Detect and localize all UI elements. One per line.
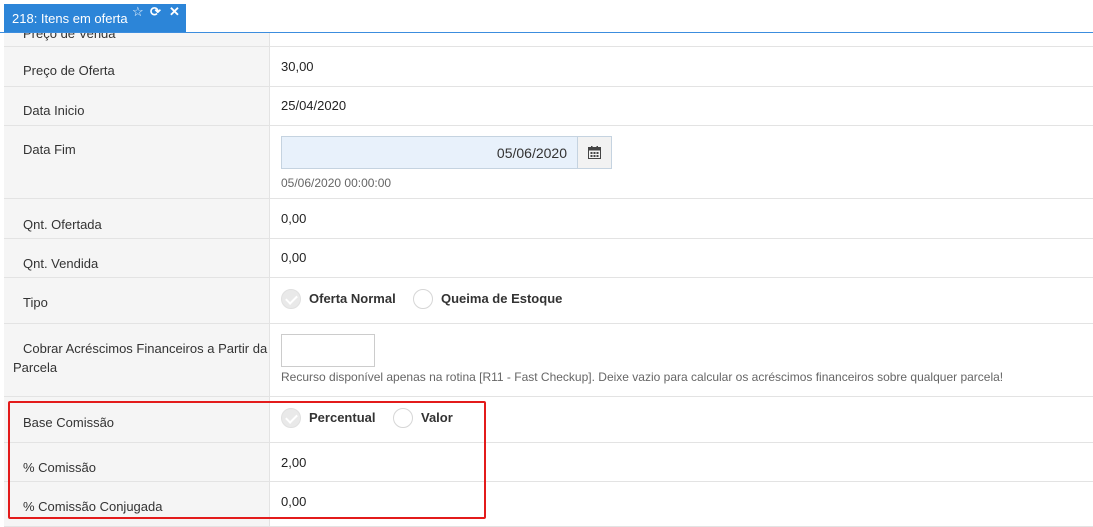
close-icon[interactable]: ✕ (169, 5, 180, 19)
row-qnt-ofertada: Qnt. Ofertada 0,00 (4, 199, 1093, 239)
label-data-fim: Data Fim (23, 142, 76, 157)
row-preco-venda: Preço de Venda (4, 33, 1093, 47)
label-valor[interactable]: Valor (421, 410, 453, 425)
row-comissao-conjugada: % Comissão Conjugada 0,00 (4, 482, 1093, 527)
value-preco-oferta: 30,00 (281, 59, 314, 74)
acrescimos-input[interactable] (281, 334, 375, 367)
label-comissao: % Comissão (23, 460, 96, 475)
label-qnt-ofertada: Qnt. Ofertada (23, 217, 102, 232)
acrescimos-hint: Recurso disponível apenas na rotina [R11… (281, 370, 1004, 384)
star-icon[interactable]: ☆ (132, 5, 144, 19)
row-acrescimos: Cobrar Acréscimos Financeiros a Partir d… (4, 324, 1093, 397)
calendar-button[interactable] (578, 136, 612, 169)
tab-title: 218: Itens em oferta (12, 11, 128, 26)
tab-bar: 218: Itens em oferta ☆ ⟳ ✕ (0, 0, 1093, 33)
row-qnt-vendida: Qnt. Vendida 0,00 (4, 239, 1093, 278)
label-tipo: Tipo (23, 295, 48, 310)
label-base-comissao: Base Comissão (23, 415, 115, 430)
label-comissao-conjugada: % Comissão Conjugada (23, 499, 163, 514)
label-acrescimos-line2: Parcela (13, 360, 58, 375)
label-percentual[interactable]: Percentual (309, 410, 375, 425)
data-fim-input-value: 05/06/2020 (496, 145, 567, 161)
label-oferta-normal[interactable]: Oferta Normal (309, 291, 396, 306)
radio-queima-estoque[interactable] (413, 289, 433, 309)
tab-itens-em-oferta[interactable]: 218: Itens em oferta ☆ ⟳ ✕ (4, 4, 186, 32)
refresh-icon[interactable]: ⟳ (150, 5, 161, 19)
row-comissao: % Comissão 2,00 (4, 443, 1093, 482)
value-qnt-ofertada: 0,00 (281, 211, 307, 226)
row-base-comissao: Base Comissão Percentual Valor (4, 397, 1093, 443)
value-comissao-conjugada: 0,00 (281, 494, 307, 509)
data-fim-hint: 05/06/2020 00:00:00 (281, 176, 392, 190)
radio-valor[interactable] (393, 408, 413, 428)
row-data-inicio: Data Inicio 25/04/2020 (4, 87, 1093, 126)
label-preco-oferta: Preço de Oferta (23, 63, 115, 78)
data-fim-input[interactable]: 05/06/2020 (281, 136, 578, 169)
label-qnt-vendida: Qnt. Vendida (23, 256, 99, 271)
label-queima-estoque[interactable]: Queima de Estoque (441, 291, 562, 306)
value-data-inicio: 25/04/2020 (281, 98, 347, 113)
calendar-icon (588, 146, 601, 159)
row-preco-oferta: Preço de Oferta 30,00 (4, 47, 1093, 87)
radio-percentual[interactable] (281, 408, 301, 428)
row-data-fim: Data Fim 05/06/2020 05/06/2020 00:00:00 (4, 126, 1093, 199)
value-qnt-vendida: 0,00 (281, 250, 307, 265)
radio-oferta-normal[interactable] (281, 289, 301, 309)
label-preco-venda: Preço de Venda (23, 33, 116, 41)
row-tipo: Tipo Oferta Normal Queima de Estoque (4, 278, 1093, 324)
value-comissao: 2,00 (281, 455, 307, 470)
label-acrescimos-line1: Cobrar Acréscimos Financeiros a Partir d… (23, 341, 268, 356)
label-data-inicio: Data Inicio (23, 103, 85, 118)
